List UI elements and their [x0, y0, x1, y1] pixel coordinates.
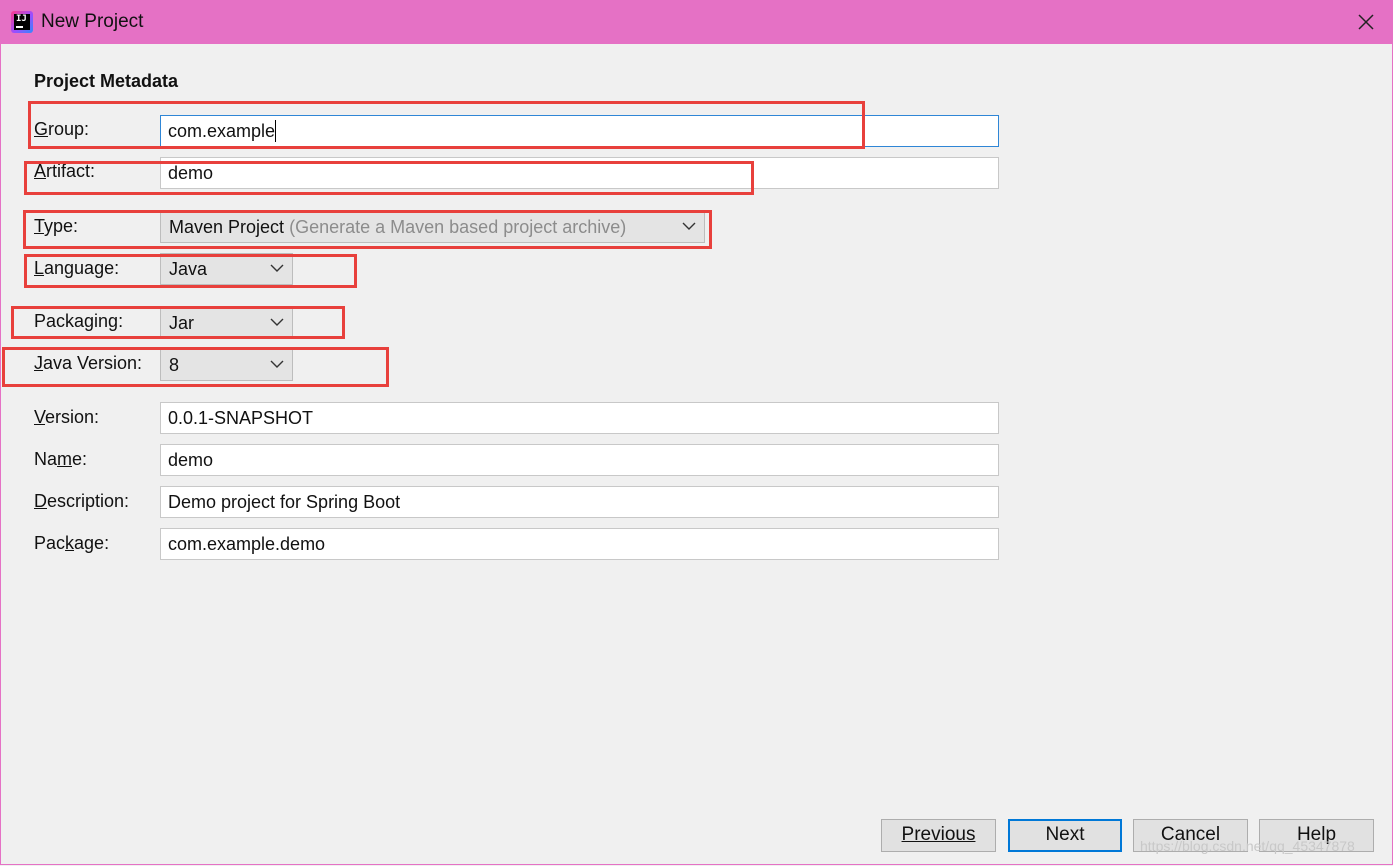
package-label: Package: [34, 533, 110, 553]
previous-button[interactable]: Previous [881, 819, 996, 852]
watermark: https://blog.csdn.net/qq_45347878 [1140, 838, 1355, 854]
type-dropdown[interactable]: Maven Project (Generate a Maven based pr… [160, 211, 705, 243]
chevron-down-icon [270, 360, 284, 368]
window-title: New Project [41, 11, 144, 32]
text-caret [275, 120, 277, 142]
type-label: Type: [34, 216, 79, 236]
chevron-down-icon [270, 264, 284, 272]
section-title: Project Metadata [34, 71, 179, 91]
title-bar: IJ New Project [0, 0, 1393, 44]
group-label: Group: [34, 119, 90, 139]
language-label: Language: [34, 258, 120, 278]
language-value: Java [169, 259, 208, 279]
java-version-label: Java Version: [34, 353, 143, 373]
java-version-dropdown[interactable]: 8 [160, 349, 293, 381]
chevron-down-icon [682, 222, 696, 230]
version-field[interactable]: 0.0.1-SNAPSHOT [160, 402, 999, 434]
packaging-value: Jar [169, 313, 195, 333]
artifact-field[interactable]: demo [160, 157, 999, 189]
name-label: Name: [34, 449, 88, 469]
close-icon[interactable] [1352, 8, 1380, 36]
language-dropdown[interactable]: Java [160, 253, 293, 285]
description-label: Description: [34, 491, 130, 511]
chevron-down-icon [270, 318, 284, 326]
description-field[interactable]: Demo project for Spring Boot [160, 486, 999, 518]
group-value: com.example [168, 121, 276, 141]
version-label: Version: [34, 407, 100, 427]
java-version-value: 8 [169, 355, 180, 375]
name-field[interactable]: demo [160, 444, 999, 476]
packaging-dropdown[interactable]: Jar [160, 307, 293, 339]
artifact-label: Artifact: [34, 161, 96, 181]
package-field[interactable]: com.example.demo [160, 528, 999, 560]
type-value: Maven Project [169, 217, 285, 237]
packaging-label: Packaging: [34, 311, 124, 331]
intellij-app-icon: IJ [11, 11, 33, 33]
next-button[interactable]: Next [1008, 819, 1122, 852]
next-button-label: Next [1045, 824, 1085, 845]
type-hint: (Generate a Maven based project archive) [289, 217, 627, 237]
previous-button-label: Previous [901, 824, 976, 845]
group-field[interactable]: com.example [160, 115, 999, 147]
